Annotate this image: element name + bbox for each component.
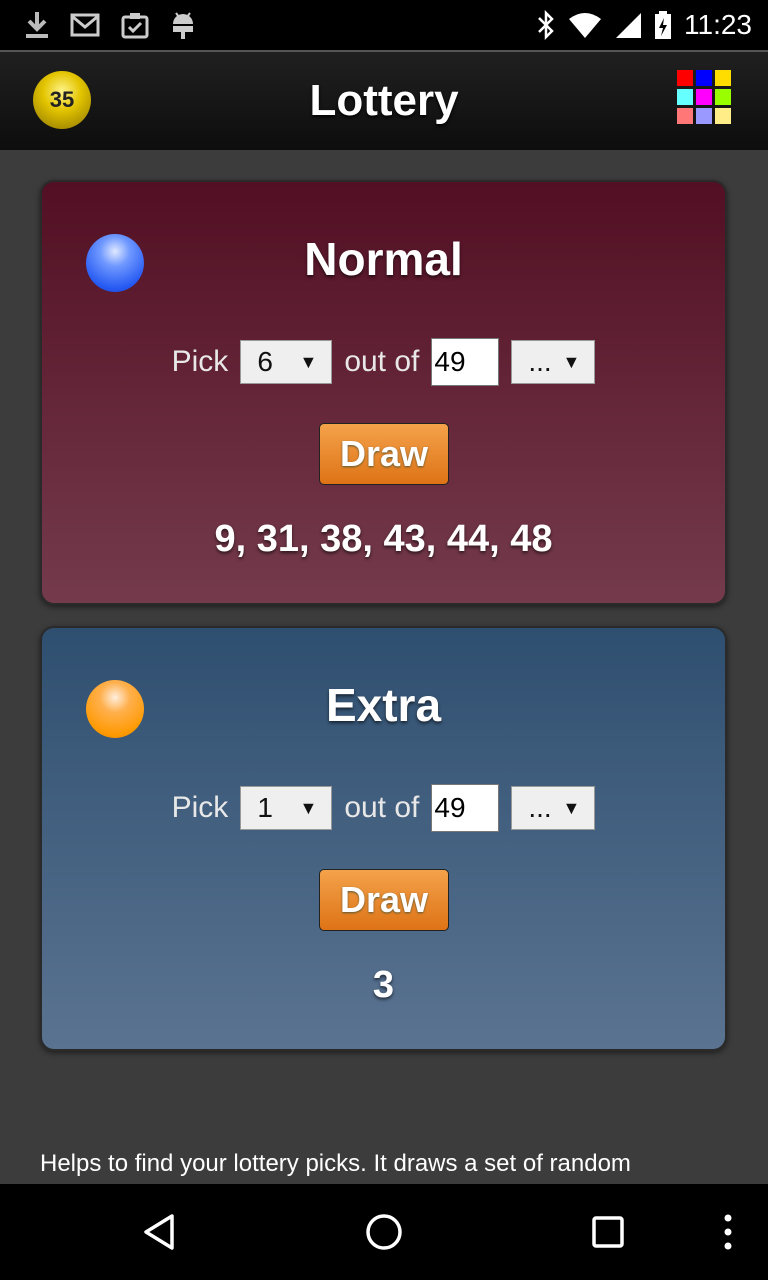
draw-button[interactable]: Draw	[319, 869, 449, 931]
pick-count-select[interactable]: 1 ▼	[240, 786, 333, 830]
grid-square	[696, 70, 712, 86]
pick-label: Pick	[171, 345, 229, 378]
apps-grid-icon[interactable]	[677, 70, 735, 128]
pick-count-value: 6	[257, 346, 273, 377]
recents-button[interactable]	[568, 1184, 648, 1280]
options-value: ...	[528, 792, 552, 823]
clipboard-check-icon	[121, 13, 149, 39]
navigation-bar	[0, 1184, 768, 1280]
card-title: Normal	[304, 233, 463, 285]
out-of-input[interactable]: 49	[431, 784, 500, 832]
draw-button[interactable]: Draw	[319, 423, 449, 485]
clock: 11:23	[684, 9, 752, 40]
home-button[interactable]	[344, 1184, 424, 1280]
normal-card: Normal Pick 6 ▼ out of 49 ... ▼ Draw 9, …	[40, 180, 727, 605]
options-select[interactable]: ... ▼	[511, 340, 596, 384]
page-title: Lottery	[309, 76, 459, 125]
dropdown-arrow-icon: ▼	[299, 351, 318, 372]
extra-card: Extra Pick 1 ▼ out of 49 ... ▼ Draw 3	[40, 626, 727, 1051]
download-icon	[26, 12, 48, 38]
grid-square	[677, 70, 693, 86]
out-of-input[interactable]: 49	[431, 338, 500, 386]
battery-icon	[655, 11, 671, 39]
grid-square	[696, 89, 712, 105]
draw-result: 9, 31, 38, 43, 44, 48	[214, 518, 553, 560]
grid-square	[715, 70, 731, 86]
pick-label: Pick	[171, 791, 229, 824]
options-select[interactable]: ... ▼	[511, 786, 596, 830]
dropdown-arrow-icon: ▼	[299, 797, 318, 818]
home-icon	[366, 1214, 402, 1250]
gmail-icon	[70, 13, 100, 37]
back-icon	[144, 1214, 174, 1250]
status-bar: 11:23	[0, 0, 768, 50]
grid-square	[696, 108, 712, 124]
dropdown-arrow-icon: ▼	[562, 351, 581, 372]
grid-square	[677, 89, 693, 105]
app-bar: 35 Lottery	[0, 50, 768, 150]
lottery-ball-logo[interactable]: 35	[33, 71, 91, 129]
grid-square	[715, 108, 731, 124]
pick-row: Pick 6 ▼ out of 49 ... ▼	[42, 338, 725, 386]
dropdown-arrow-icon: ▼	[562, 797, 581, 818]
pick-count-select[interactable]: 6 ▼	[240, 340, 333, 384]
more-icon	[724, 1214, 732, 1250]
signal-icon	[616, 13, 641, 38]
logo-number: 35	[49, 87, 75, 112]
grid-square	[677, 108, 693, 124]
bluetooth-icon	[538, 10, 554, 40]
recents-icon	[592, 1216, 624, 1248]
wifi-icon	[569, 13, 601, 38]
draw-result: 3	[372, 964, 395, 1006]
pick-row: Pick 1 ▼ out of 49 ... ▼	[42, 784, 725, 832]
options-value: ...	[528, 346, 552, 377]
back-button[interactable]	[120, 1184, 200, 1280]
out-of-label: out of	[344, 345, 420, 378]
pick-count-value: 1	[257, 792, 273, 823]
more-button[interactable]	[708, 1184, 748, 1280]
out-of-label: out of	[344, 791, 420, 824]
android-icon	[173, 12, 193, 39]
card-title: Extra	[325, 679, 442, 731]
description-text: Helps to find your lottery picks. It dra…	[40, 1150, 631, 1177]
grid-square	[715, 89, 731, 105]
